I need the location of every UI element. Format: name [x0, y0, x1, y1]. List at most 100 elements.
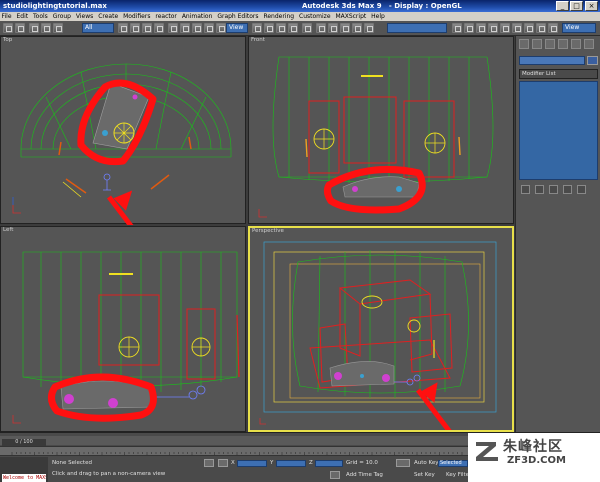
motion-tab-icon[interactable]	[558, 39, 568, 49]
viewport-top[interactable]: Top	[0, 36, 246, 225]
auto-key-button[interactable]: Auto Key	[414, 460, 439, 466]
maxscript-listener[interactable]: Welcome to MAXScript.	[2, 474, 46, 482]
effects-icon[interactable]	[548, 23, 558, 33]
unlink-icon[interactable]	[41, 23, 51, 33]
viewport-front[interactable]: Front	[248, 36, 514, 224]
mirror-icon[interactable]	[316, 23, 326, 33]
align-icon[interactable]	[328, 23, 338, 33]
render-type-icon[interactable]	[488, 23, 498, 33]
grid-size: Grid = 10.0	[346, 460, 378, 466]
render-view-dropdown[interactable]: View	[562, 23, 596, 33]
selection-status: None Selected	[52, 460, 92, 466]
window-crossing-icon[interactable]	[154, 23, 164, 33]
coord-z-label: Z	[309, 460, 313, 466]
add-time-tag[interactable]: Add Time Tag	[346, 472, 383, 478]
viewport-left[interactable]: Left	[0, 226, 246, 432]
utilities-tab-icon[interactable]	[584, 39, 594, 49]
scale-icon[interactable]	[192, 23, 202, 33]
menu-animation[interactable]: Animation	[180, 12, 214, 21]
viewport-perspective[interactable]: Perspective	[248, 226, 514, 432]
curve-editor-icon[interactable]	[352, 23, 362, 33]
minimize-button[interactable]: _	[556, 1, 569, 11]
maximize-button[interactable]: □	[570, 1, 583, 11]
coord-x-field[interactable]	[237, 460, 267, 467]
menu-views[interactable]: Views	[74, 12, 94, 21]
object-name-field[interactable]	[519, 56, 585, 65]
configure-sets-icon[interactable]	[577, 185, 586, 194]
close-button[interactable]: ×	[585, 1, 598, 11]
modify-tab-icon[interactable]	[532, 39, 542, 49]
menu-maxscript[interactable]: MAXScript	[334, 12, 368, 21]
render-last-icon[interactable]	[500, 23, 510, 33]
key-selection-dropdown[interactable]: Selected	[438, 460, 468, 467]
perspective-view-canvas	[259, 241, 497, 430]
app-window: studiolightingtutorial.max Autodesk 3ds …	[0, 0, 600, 482]
modifier-list-dropdown[interactable]: Modifier List	[519, 69, 598, 79]
menu-create[interactable]: Create	[97, 12, 120, 21]
watermark-cn: 朱峰社区	[503, 439, 563, 455]
display-tab-icon[interactable]	[571, 39, 581, 49]
frame-counter[interactable]: 0 / 100	[2, 439, 46, 446]
coord-y-field[interactable]	[276, 460, 306, 467]
region-select-icon[interactable]	[142, 23, 152, 33]
pivot-icon[interactable]	[216, 23, 226, 33]
quick-render-icon[interactable]	[476, 23, 486, 33]
material-editor-icon[interactable]	[452, 23, 462, 33]
environment-icon[interactable]	[536, 23, 546, 33]
set-key-button[interactable]: Set Key	[414, 472, 435, 478]
rotate-icon[interactable]	[180, 23, 190, 33]
coord-z-field[interactable]	[315, 460, 343, 467]
redo-icon[interactable]	[15, 23, 25, 33]
active-shade-icon[interactable]	[512, 23, 522, 33]
menu-group[interactable]: Group	[51, 12, 72, 21]
layer-manager-icon[interactable]	[340, 23, 350, 33]
command-panel-tabs	[516, 39, 600, 49]
selection-filter-dropdown[interactable]: All	[82, 23, 114, 33]
bind-space-warp-icon[interactable]	[53, 23, 63, 33]
named-sets-icon[interactable]	[302, 23, 312, 33]
select-manipulate-icon[interactable]	[204, 23, 214, 33]
hierarchy-tab-icon[interactable]	[545, 39, 555, 49]
menu-rendering[interactable]: Rendering	[262, 12, 296, 21]
title-bar: studiolightingtutorial.max Autodesk 3ds …	[0, 0, 600, 12]
stack-buttons	[519, 185, 598, 194]
schematic-view-icon[interactable]	[364, 23, 374, 33]
render-scene-icon[interactable]	[464, 23, 474, 33]
named-selection-field[interactable]	[387, 23, 447, 33]
render-frame-icon[interactable]	[524, 23, 534, 33]
key-mode-icon[interactable]	[396, 459, 410, 467]
time-tag-icon[interactable]	[330, 471, 340, 479]
main-toolbar: All View View	[0, 21, 600, 36]
top-view-canvas	[12, 63, 232, 225]
absolute-mode-icon[interactable]	[218, 459, 228, 467]
percent-snap-icon[interactable]	[276, 23, 286, 33]
select-by-name-icon[interactable]	[130, 23, 140, 33]
menu-help[interactable]: Help	[370, 12, 387, 21]
link-icon[interactable]	[29, 23, 39, 33]
command-panel: Modifier List	[515, 36, 600, 432]
menu-customize[interactable]: Customize	[298, 12, 333, 21]
menu-tools[interactable]: Tools	[32, 12, 50, 21]
make-unique-icon[interactable]	[549, 185, 558, 194]
menu-modifiers[interactable]: Modifiers	[122, 12, 152, 21]
app-name: Autodesk 3ds Max 9	[302, 2, 382, 10]
modifier-stack[interactable]	[519, 81, 598, 180]
angle-snap-icon[interactable]	[264, 23, 274, 33]
menu-reactor[interactable]: reactor	[154, 12, 179, 21]
create-tab-icon[interactable]	[519, 39, 529, 49]
show-end-result-icon[interactable]	[535, 185, 544, 194]
menu-graph-editors[interactable]: Graph Editors	[216, 12, 260, 21]
menu-file[interactable]: File	[0, 12, 13, 21]
lock-selection-icon[interactable]	[204, 459, 214, 467]
move-icon[interactable]	[168, 23, 178, 33]
menu-edit[interactable]: Edit	[15, 12, 30, 21]
spinner-snap-icon[interactable]	[288, 23, 298, 33]
pin-stack-icon[interactable]	[521, 185, 530, 194]
remove-modifier-icon[interactable]	[563, 185, 572, 194]
undo-icon[interactable]	[3, 23, 13, 33]
reference-coord-dropdown[interactable]: View	[226, 23, 248, 33]
object-color-swatch[interactable]	[587, 56, 598, 65]
z-logo-icon	[476, 442, 498, 461]
snap-icon[interactable]	[252, 23, 262, 33]
select-object-icon[interactable]	[118, 23, 128, 33]
